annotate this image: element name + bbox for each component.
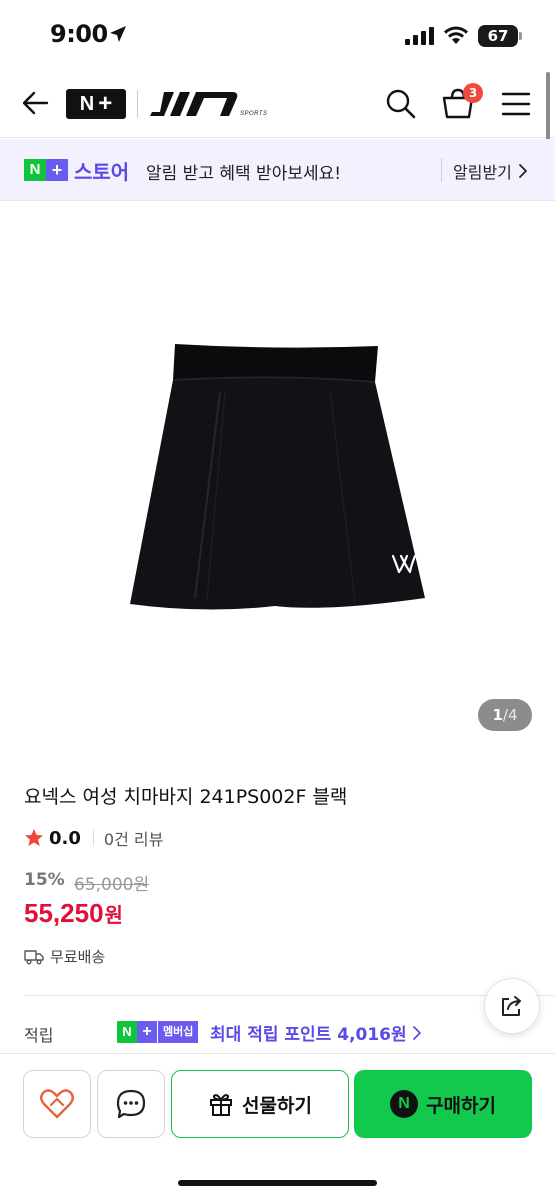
gift-button[interactable]: 선물하기 [171,1070,349,1138]
review-count[interactable]: 0건 리뷰 [104,826,163,850]
buy-label: 구매하기 [426,1094,496,1117]
image-current-page: 1 [492,706,503,724]
rating-divider [92,830,94,846]
heart-icon [40,1089,74,1119]
rating-score: 0.0 [49,827,81,849]
cellular-signal-icon [405,27,434,45]
n-mark: N [117,1021,137,1043]
image-total-pages: /4 [502,706,518,724]
product-title: 요넥스 여성 치마바지 241PS002F 블랙 [24,786,348,808]
chat-bubble-icon [116,1089,146,1119]
membership-label: 멤버십 [157,1021,199,1043]
battery-tip [519,32,522,40]
header-divider [137,90,138,118]
naver-plus-logo[interactable]: N + [66,89,126,119]
chevron-right-icon [412,1025,421,1040]
home-indicator [178,1180,377,1186]
alarm-subscribe-label: 알림받기 [453,163,512,182]
naver-plus-store-logo: N + [24,159,68,181]
points-label: 적립 [24,1026,54,1045]
max-points-text: 최대 적립 포인트 4,016원 [210,1025,407,1045]
brand-logo-icon[interactable] [150,90,240,118]
plus-mark: + [98,90,113,117]
store-label: 스토어 [74,160,130,184]
gift-icon [210,1094,233,1116]
back-arrow-icon[interactable] [20,88,50,118]
menu-icon[interactable] [501,90,531,118]
wifi-icon [444,26,468,44]
product-image[interactable] [125,340,430,610]
battery-indicator: 67 [478,25,518,47]
truck-icon [24,949,44,964]
wishlist-button[interactable] [23,1070,91,1138]
shipping-label: 무료배송 [50,948,106,966]
sale-price: 55,250원 [24,898,123,929]
store-promo-banner[interactable]: N + 스토어 알림 받고 혜택 받아보세요! 알림받기 [0,139,555,201]
membership-badge: N + 멤버십 [117,1021,199,1043]
bottom-action-bar: 선물하기 N 구매하기 [0,1053,555,1200]
buy-button[interactable]: N 구매하기 [354,1070,532,1138]
promo-message: 알림 받고 혜택 받아보세요! [146,164,342,184]
sale-price-unit: 원 [104,903,123,927]
talk-inquiry-button[interactable] [97,1070,165,1138]
top-navigation: N + SPORTS 3 [0,70,555,138]
plus-mark: + [46,159,68,181]
original-price: 65,000원 [74,875,150,895]
brand-sub-label: SPORTS [240,111,268,117]
chevron-right-icon [518,164,527,178]
promo-divider [441,158,442,182]
shipping-info: 무료배송 [24,946,105,967]
max-points-link[interactable]: 최대 적립 포인트 4,016원 [210,1020,422,1045]
sale-price-value: 55,250 [24,898,104,928]
share-icon [502,996,521,1016]
status-bar: 9:00 67 [0,0,555,70]
alarm-subscribe-button[interactable]: 알림받기 [453,159,528,183]
gift-label: 선물하기 [242,1094,312,1117]
discount-rate: 15% [24,870,65,890]
star-icon [25,829,43,846]
status-time: 9:00 [50,20,108,48]
cart-count-badge: 3 [463,83,483,103]
search-icon[interactable] [384,87,418,121]
section-divider [24,995,555,996]
naver-pay-icon: N [390,1090,419,1118]
n-mark: N [24,159,46,181]
image-page-counter: 1/4 [478,699,532,731]
share-button[interactable] [484,978,540,1034]
plus-mark: + [137,1021,157,1043]
location-arrow-icon [110,26,126,42]
product-rating[interactable]: 0.0 0건 리뷰 [24,826,163,850]
n-mark: N [79,92,95,115]
product-image-gallery[interactable]: 1/4 [0,202,555,750]
